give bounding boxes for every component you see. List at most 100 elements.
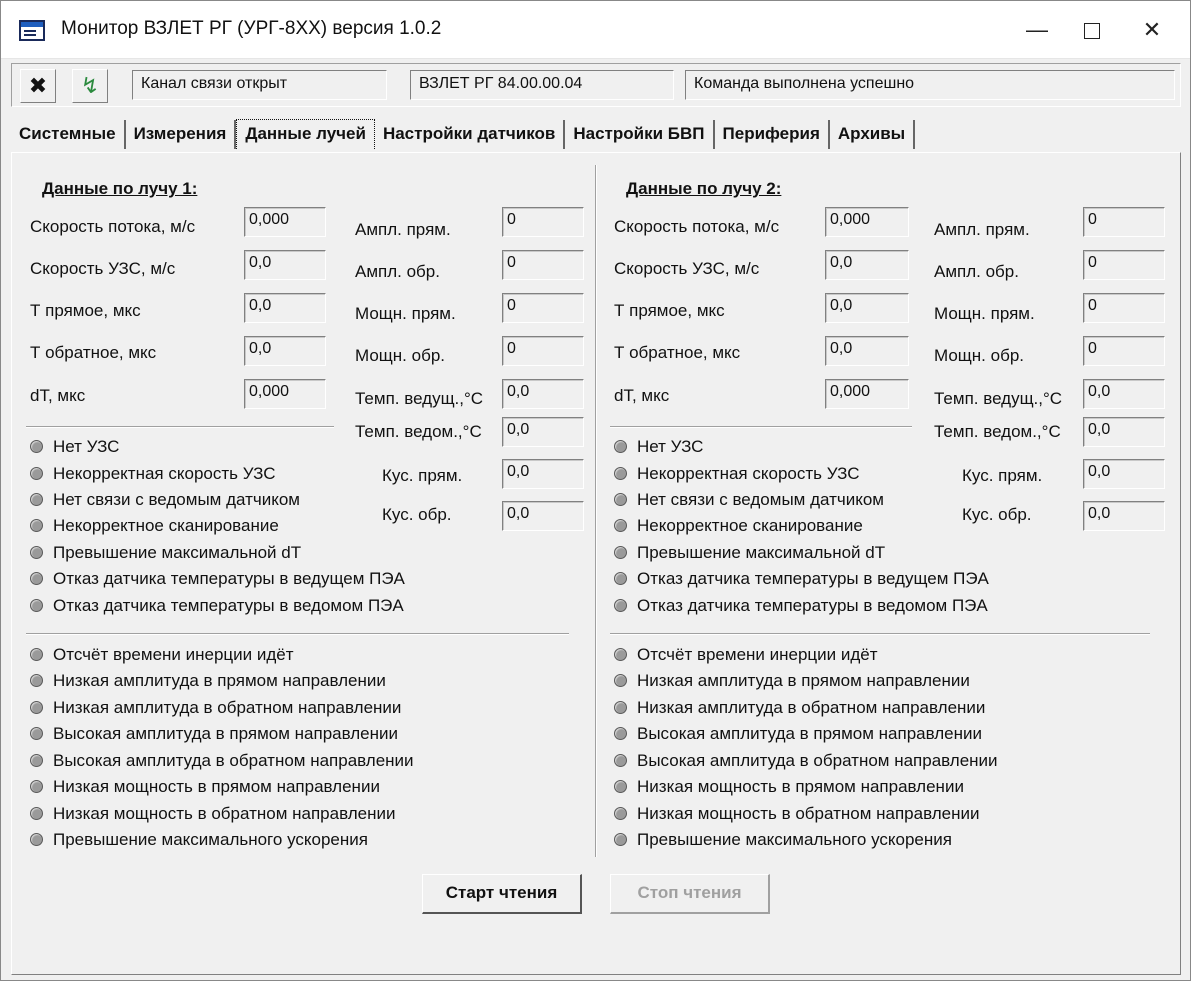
- status-led-icon: [614, 832, 627, 846]
- beam1-flag: Превышение максимального ускорения: [30, 830, 368, 856]
- status-led-icon: [30, 545, 43, 559]
- beam1-ampl-fwd-value: 0: [502, 207, 584, 237]
- beam1-flow-speed-label: Скорость потока, м/с: [30, 217, 196, 236]
- status-led-icon: [30, 700, 43, 714]
- beam1-t-reverse-label: Т обратное, мкс: [30, 343, 157, 362]
- beam1-ampl-rev-value: 0: [502, 250, 584, 280]
- beam1-sound-speed-value: 0,0: [244, 250, 326, 280]
- status-led-icon: [30, 518, 43, 532]
- beam1-flag: Некорректное сканирование: [30, 516, 279, 542]
- beam1-flag: Отсчёт времени инерции идёт: [30, 645, 294, 671]
- beam1-dt-label: dT, мкс: [30, 386, 86, 405]
- beam2-power-fwd-label: Мощн. прям.: [934, 304, 1035, 323]
- beam1-flag: Низкая мощность в обратном направлении: [30, 804, 395, 830]
- app-window: Монитор ВЗЛЕТ РГ (УРГ-8XX) версия 1.0.2 …: [0, 0, 1191, 981]
- beam2-divider-bottom: [610, 633, 1150, 635]
- beam2-t-forward-value: 0,0: [825, 293, 909, 323]
- status-led-icon: [614, 545, 627, 559]
- status-led-icon: [614, 598, 627, 612]
- beam2-sound-speed-value: 0,0: [825, 250, 909, 280]
- status-led-icon: [30, 466, 43, 480]
- beam1-flag: Низкая амплитуда в прямом направлении: [30, 671, 386, 697]
- status-led-icon: [614, 439, 627, 453]
- maximize-button[interactable]: [1064, 1, 1120, 59]
- beam1-power-fwd-label: Мощн. прям.: [355, 304, 456, 323]
- close-button[interactable]: ✕: [1124, 1, 1180, 59]
- status-led-icon: [614, 700, 627, 714]
- title-bar: Монитор ВЗЛЕТ РГ (УРГ-8XX) версия 1.0.2 …: [1, 1, 1190, 59]
- beam1-flag: Отказ датчика температуры в ведомом ПЭА: [30, 596, 404, 622]
- beam2-power-fwd-value: 0: [1083, 293, 1165, 323]
- beam2-power-rev-label: Мощн. обр.: [934, 346, 1024, 365]
- beam1-t-forward-label: Т прямое, мкс: [30, 301, 141, 320]
- beam2-temp-follow-value: 0,0: [1083, 417, 1165, 447]
- beam1-gain-fwd-value: 0,0: [502, 459, 584, 489]
- beam2-ampl-rev-value: 0: [1083, 250, 1165, 280]
- beam1-flag: Нет связи с ведомым датчиком: [30, 490, 300, 516]
- beam1-flag: Отказ датчика температуры в ведущем ПЭА: [30, 569, 405, 595]
- status-led-icon: [614, 518, 627, 532]
- stop-reading-button[interactable]: Стоп чтения: [610, 874, 770, 914]
- connect-button[interactable]: ↯: [72, 69, 108, 103]
- beam1-divider-top: [26, 426, 334, 428]
- beam2-ampl-fwd-label: Ампл. прям.: [934, 220, 1030, 239]
- status-led-icon: [30, 571, 43, 585]
- beam2-t-reverse-value: 0,0: [825, 336, 909, 366]
- beam1-flag: Высокая амплитуда в обратном направлении: [30, 751, 414, 777]
- beam2-title: Данные по лучу 2:: [626, 179, 782, 198]
- beam1-flag: Некорректная скорость УЗС: [30, 464, 276, 490]
- tab-system[interactable]: Системные: [11, 120, 126, 149]
- beam2-sound-speed-label: Скорость УЗС, м/с: [614, 259, 760, 278]
- command-status-field: Команда выполнена успешно: [685, 70, 1175, 100]
- beam1-flag: Нет УЗС: [30, 437, 119, 463]
- status-led-icon: [614, 466, 627, 480]
- tab-bvp-settings[interactable]: Настройки БВП: [565, 120, 715, 149]
- beam2-divider-top: [610, 426, 912, 428]
- beam2-flag: Превышение максимальной dT: [614, 543, 885, 569]
- beam2-flag: Отказ датчика температуры в ведомом ПЭА: [614, 596, 988, 622]
- beam1-flag: Низкая мощность в прямом направлении: [30, 777, 380, 803]
- beam1-ampl-fwd-label: Ампл. прям.: [355, 220, 451, 239]
- beam1-t-reverse-value: 0,0: [244, 336, 326, 366]
- beam1-title: Данные по лучу 1:: [42, 179, 198, 198]
- beam2-flag: Нет УЗС: [614, 437, 703, 463]
- tab-strip: Системные Измерения Данные лучей Настройки …: [11, 119, 916, 153]
- tab-measurements[interactable]: Измерения: [126, 120, 237, 149]
- status-led-icon: [614, 673, 627, 687]
- beam-column-divider: [595, 165, 597, 857]
- beam1-gain-rev-value: 0,0: [502, 501, 584, 531]
- beam1-gain-rev-label: Кус. обр.: [382, 505, 452, 524]
- beam-data-panel: Данные по лучу 1: Скорость потока, м/с 0…: [11, 152, 1181, 975]
- tab-beam-data[interactable]: Данные лучей: [236, 119, 375, 149]
- beam1-power-fwd-value: 0: [502, 293, 584, 323]
- app-monitor-icon: [19, 20, 45, 41]
- status-led-icon: [30, 492, 43, 506]
- beam1-gain-fwd-label: Кус. прям.: [382, 466, 463, 485]
- beam2-gain-fwd-label: Кус. прям.: [962, 466, 1043, 485]
- beam2-gain-fwd-value: 0,0: [1083, 459, 1165, 489]
- status-led-icon: [30, 832, 43, 846]
- beam2-t-reverse-label: Т обратное, мкс: [614, 343, 741, 362]
- beam2-flag: Низкая мощность в прямом направлении: [614, 777, 964, 803]
- tab-sensor-settings[interactable]: Настройки датчиков: [375, 120, 566, 149]
- beam2-power-rev-value: 0: [1083, 336, 1165, 366]
- tab-peripherals[interactable]: Периферия: [715, 120, 830, 149]
- status-led-icon: [30, 779, 43, 793]
- beam1-temp-follow-label: Темп. ведом.,°C: [355, 422, 482, 441]
- beam2-flow-speed-label: Скорость потока, м/с: [614, 217, 780, 236]
- beam2-dt-value: 0,000: [825, 379, 909, 409]
- tab-archives[interactable]: Архивы: [830, 120, 916, 149]
- beam1-power-rev-value: 0: [502, 336, 584, 366]
- beam1-flag: Превышение максимальной dT: [30, 543, 301, 569]
- status-led-icon: [30, 598, 43, 612]
- beam2-flag: Некорректное сканирование: [614, 516, 863, 542]
- start-reading-button[interactable]: Старт чтения: [422, 874, 582, 914]
- beam2-flag: Низкая мощность в обратном направлении: [614, 804, 979, 830]
- minimize-button[interactable]: —: [1009, 1, 1065, 59]
- beam2-temp-lead-label: Темп. ведущ.,°C: [934, 389, 1063, 408]
- beam1-t-forward-value: 0,0: [244, 293, 326, 323]
- beam2-temp-lead-value: 0,0: [1083, 379, 1165, 409]
- beam2-flag: Низкая амплитуда в прямом направлении: [614, 671, 970, 697]
- beam2-flow-speed-value: 0,000: [825, 207, 909, 237]
- disconnect-button[interactable]: ✖: [20, 69, 56, 103]
